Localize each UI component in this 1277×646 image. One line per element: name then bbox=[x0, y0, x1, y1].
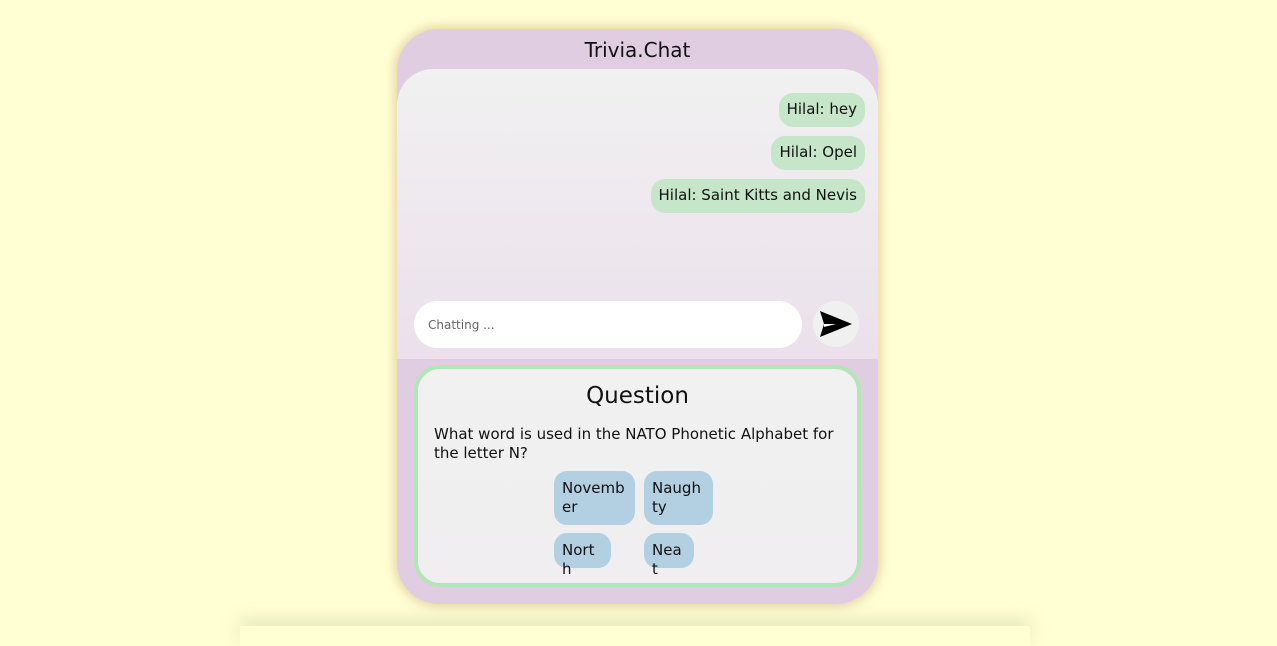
answer-button-neat[interactable]: Neat bbox=[644, 533, 694, 578]
chat-message: Hilal: Opel bbox=[771, 136, 865, 170]
question-heading: Question bbox=[586, 383, 689, 409]
chat-message: Hilal: Saint Kitts and Nevis bbox=[650, 179, 865, 213]
question-card: Question What word is used in the NATO P… bbox=[414, 365, 861, 587]
chat-message: Hilal: hey bbox=[778, 93, 865, 127]
send-button[interactable] bbox=[813, 301, 859, 347]
send-arrow-icon bbox=[820, 311, 852, 337]
page-footer-edge bbox=[240, 626, 1030, 646]
answer-button-north[interactable]: North bbox=[554, 533, 611, 578]
answer-button-november[interactable]: November bbox=[554, 471, 635, 525]
question-text: What word is used in the NATO Phonetic A… bbox=[434, 425, 834, 462]
message-list: Hilal: hey Hilal: Opel Hilal: Saint Kitt… bbox=[650, 93, 865, 213]
chat-app-window: Trivia.Chat Hilal: hey Hilal: Opel Hilal… bbox=[397, 29, 878, 604]
chat-input[interactable] bbox=[414, 301, 802, 348]
answer-button-naughty[interactable]: Naughty bbox=[644, 471, 713, 525]
app-title: Trivia.Chat bbox=[584, 38, 691, 62]
